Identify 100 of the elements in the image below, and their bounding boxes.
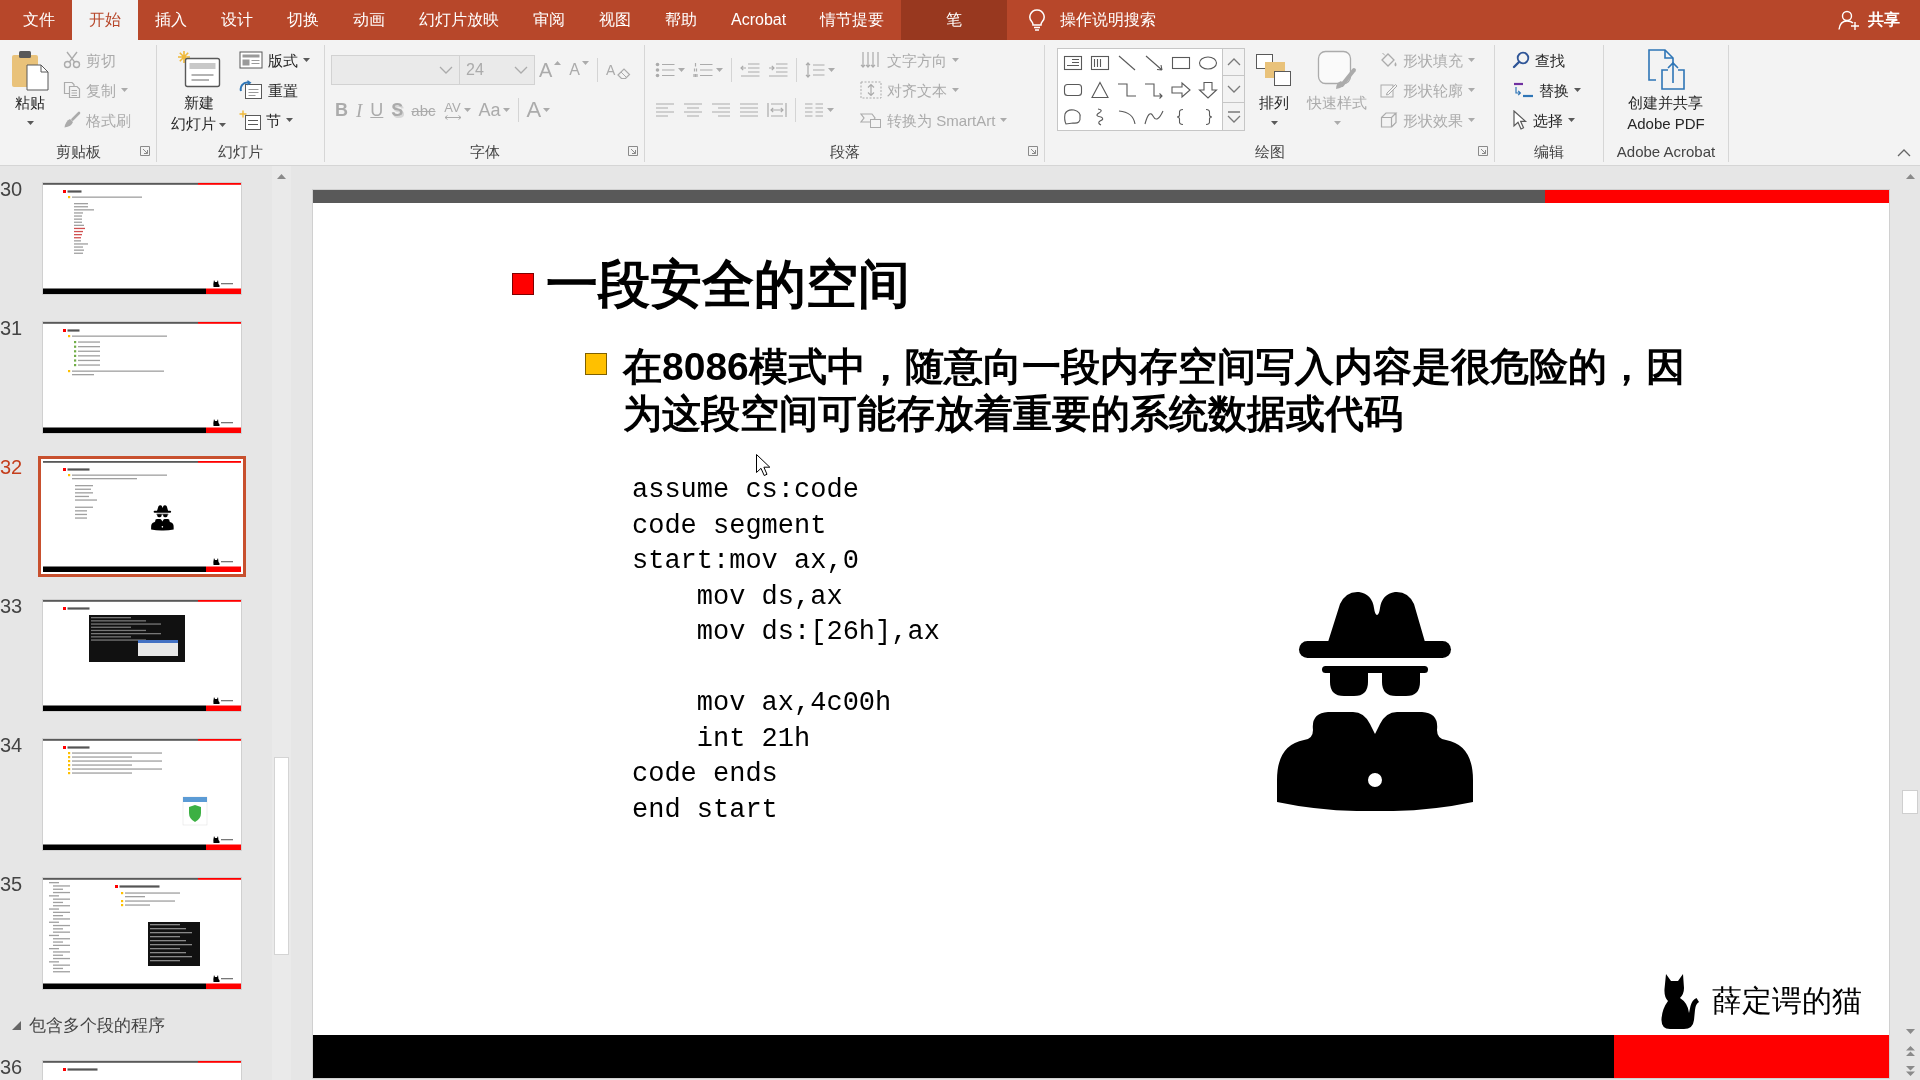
code-line: start:mov ax,0 (632, 545, 859, 578)
ribbon-tab[interactable]: 笔 (901, 0, 1008, 40)
clipboard-icon (10, 49, 50, 91)
square-bullet-icon (512, 273, 534, 295)
pointer-arrow-icon (1512, 110, 1528, 130)
double-arrow-icon (443, 114, 462, 120)
vertical-text-box-icon[interactable] (1088, 53, 1111, 72)
dialog-launcher-icon[interactable] (140, 146, 150, 156)
slide-number: 31 (0, 317, 24, 339)
ribbon-tab[interactable]: 开始 (72, 0, 138, 40)
slide-thumbnail[interactable] (43, 878, 241, 989)
section-icon (239, 110, 261, 130)
next-slide-icon[interactable] (1905, 1066, 1915, 1076)
square-bullet-icon (585, 353, 607, 375)
collapse-ribbon-icon[interactable] (1897, 149, 1911, 157)
scissors-icon (63, 51, 81, 69)
new-slide-button[interactable]: 新建 幻灯片 (167, 45, 230, 134)
eraser-icon (617, 67, 632, 79)
code-line: mov ds:[26h],ax (695, 616, 940, 649)
lightbulb-icon (1028, 9, 1047, 31)
ribbon-tab[interactable]: 视图 (582, 0, 648, 40)
ribbon-tab[interactable]: 幻灯片放映 (402, 0, 516, 40)
caret-up-icon (554, 61, 562, 65)
right-arrow-icon[interactable] (1169, 80, 1192, 99)
oval-icon[interactable] (1196, 53, 1219, 72)
expand-more-icon (1226, 110, 1241, 123)
down-arrow-icon[interactable] (1196, 80, 1219, 99)
slide-thumbnail[interactable] (43, 183, 241, 294)
dialog-launcher-icon[interactable] (1478, 146, 1488, 156)
find-button[interactable]: 查找 (1509, 45, 1584, 75)
dialog-launcher-icon[interactable] (1028, 146, 1038, 156)
align-left-icon (655, 102, 675, 118)
scroll-up-arrow-icon[interactable] (1905, 174, 1915, 179)
ribbon-tab[interactable]: 文件 (6, 0, 72, 40)
layout-button[interactable]: 版式 (236, 45, 313, 75)
create-pdf-button[interactable]: 创建并共享 Adobe PDF (1623, 45, 1709, 134)
previous-slide-icon[interactable] (1905, 1046, 1915, 1056)
search-icon (1512, 51, 1530, 69)
slide-thumbnail[interactable] (43, 1061, 241, 1080)
cat-silhouette-icon (1659, 973, 1700, 1029)
paintbrush-icon (63, 111, 81, 129)
freeform-icon[interactable] (1061, 107, 1084, 126)
scroll-down-arrow-icon[interactable] (1905, 1029, 1915, 1034)
reset-button[interactable]: 重置 (236, 75, 313, 105)
code-line: mov ax,4c00h (695, 687, 892, 720)
section-button[interactable]: 节 (236, 105, 313, 135)
elbow-arrow-icon[interactable] (1142, 80, 1165, 99)
increase-indent-icon (768, 62, 788, 78)
align-center-icon (683, 102, 703, 118)
text-direction-icon (860, 51, 882, 69)
logo-text: 薛定谔的猫 (1712, 983, 1862, 1019)
text-box-icon[interactable] (1061, 53, 1084, 72)
person-add-icon (1838, 9, 1860, 31)
slide-thumbnail[interactable] (43, 600, 241, 711)
slide-reset-icon (239, 80, 263, 100)
code-line: code segment (632, 509, 827, 543)
slide-thumbnail[interactable] (38, 456, 246, 577)
section-header[interactable]: 包含多个段的程序 (0, 1012, 165, 1038)
scroll-up-arrow-icon[interactable] (277, 174, 286, 179)
group-label: 绘图 (1254, 143, 1285, 159)
slide-thumbnail[interactable] (43, 322, 241, 433)
select-button[interactable]: 选择 (1509, 105, 1584, 135)
scrollbar-thumb[interactable] (1902, 790, 1918, 814)
arrange-button[interactable]: 排列 (1251, 45, 1297, 125)
slide-number: 30 (0, 178, 24, 200)
numbered-list-icon (693, 62, 713, 78)
slide-title: 一段安全的空间 (546, 254, 910, 315)
scrollbar-thumb[interactable] (274, 757, 289, 955)
smartart-icon (860, 111, 882, 129)
slide-thumbnail[interactable] (43, 739, 241, 850)
ribbon-tab[interactable]: 情节提要 (803, 0, 902, 40)
group-label: 段落 (829, 143, 860, 159)
ribbon-tab[interactable]: 切换 (270, 0, 336, 40)
slide-number: 36 (0, 1056, 24, 1078)
dialog-launcher-icon[interactable] (628, 146, 638, 156)
bulleted-list-icon (655, 62, 675, 78)
layout-icon (239, 51, 263, 69)
paste-button[interactable]: 粘贴 (6, 45, 54, 125)
ribbon-tab[interactable]: 动画 (336, 0, 402, 40)
mouse-pointer-icon (755, 453, 771, 477)
ribbon-tab[interactable]: Acrobat (714, 0, 804, 40)
ribbon-tab[interactable]: 帮助 (648, 0, 714, 40)
group-label: 幻灯片 (218, 143, 263, 159)
triangle-icon[interactable] (1088, 80, 1111, 99)
chevron-down-icon (1226, 85, 1241, 94)
align-right-icon (711, 102, 731, 118)
code-line: mov ds,ax (695, 580, 843, 614)
copy-icon (63, 81, 81, 99)
ribbon-tab[interactable]: 插入 (138, 0, 204, 40)
tell-me-field[interactable]: 操作说明搜索 (1060, 8, 1173, 32)
group-label: 剪贴板 (55, 143, 101, 159)
share-button[interactable]: 共享 (1836, 8, 1902, 32)
ribbon-tab[interactable]: 设计 (204, 0, 270, 40)
align-text-icon (860, 81, 882, 99)
code-line: assume cs:code (632, 474, 859, 507)
code-line: int 21h (695, 722, 811, 756)
paint-bucket-icon (1380, 52, 1398, 68)
ribbon-tab[interactable]: 审阅 (516, 0, 582, 40)
replace-button[interactable]: 替换 (1509, 75, 1584, 105)
pencil-icon (1380, 82, 1398, 98)
